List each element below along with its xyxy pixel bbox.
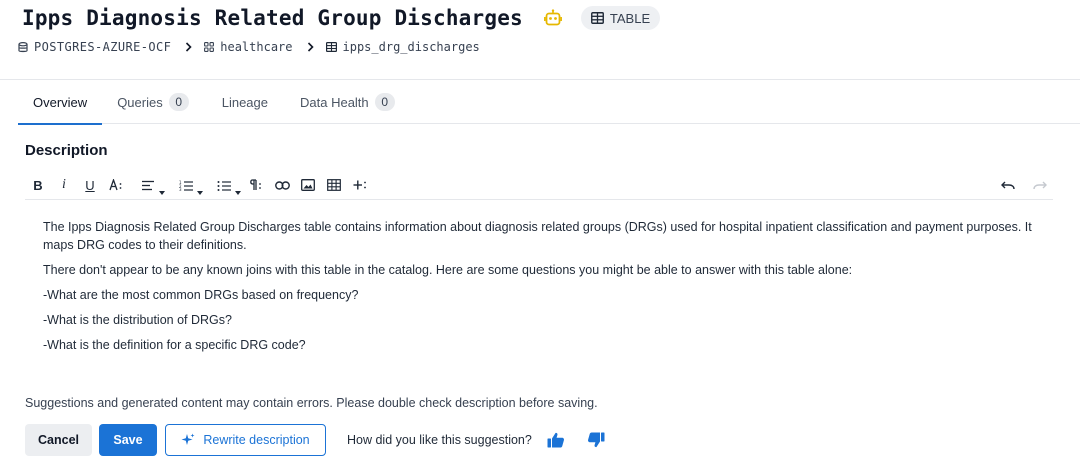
- font-size-icon[interactable]: [103, 174, 129, 196]
- description-heading: Description: [25, 142, 108, 159]
- thumbs-up-icon[interactable]: [546, 430, 566, 450]
- editor-toolbar: B i U 123: [25, 174, 1053, 200]
- rewrite-description-button[interactable]: Rewrite description: [165, 424, 326, 456]
- table-icon: [325, 42, 337, 52]
- bullet-list-icon[interactable]: [205, 174, 243, 196]
- align-icon[interactable]: [129, 174, 167, 196]
- tab-label: Data Health: [300, 94, 369, 110]
- table-icon[interactable]: [321, 174, 347, 196]
- insert-more-icon[interactable]: [347, 174, 373, 196]
- tab-overview[interactable]: Overview: [18, 80, 103, 125]
- tab-label: Overview: [33, 94, 88, 110]
- image-icon[interactable]: [295, 174, 321, 196]
- tab-bar: Overview Queries 0 Lineage Data Health 0: [18, 80, 1080, 125]
- rewrite-description-label: Rewrite description: [203, 433, 310, 447]
- schema-icon: [204, 42, 215, 52]
- tab-data-health[interactable]: Data Health 0: [285, 80, 410, 124]
- breadcrumb-schema-label: healthcare: [220, 40, 293, 54]
- description-paragraph: -What is the distribution of DRGs?: [43, 313, 232, 327]
- type-badge: TABLE: [580, 6, 661, 30]
- description-paragraph: -What are the most common DRGs based on …: [43, 288, 359, 302]
- italic-icon[interactable]: i: [51, 174, 77, 196]
- breadcrumb-database-label: POSTGRES-AZURE-OCF: [34, 40, 172, 54]
- save-button[interactable]: Save: [99, 424, 157, 456]
- breadcrumb-database[interactable]: POSTGRES-AZURE-OCF: [18, 40, 171, 54]
- page-header: Ipps Diagnosis Related Group Discharges …: [0, 0, 1080, 80]
- thumbs-down-icon[interactable]: [586, 430, 606, 450]
- underline-icon[interactable]: U: [77, 174, 103, 196]
- type-badge-label: TABLE: [609, 10, 651, 26]
- bold-icon[interactable]: B: [25, 174, 51, 196]
- breadcrumb-table-label: ipps_drg_discharges: [342, 40, 480, 54]
- description-paragraph: There don't appear to be any known joins…: [43, 263, 853, 277]
- chevron-right-icon: [307, 42, 314, 52]
- breadcrumb-table[interactable]: ipps_drg_discharges: [325, 40, 480, 54]
- cancel-button[interactable]: Cancel: [25, 424, 92, 456]
- tab-count-badge: 0: [374, 93, 395, 111]
- paragraph-icon[interactable]: [243, 174, 269, 196]
- tab-count-badge: 0: [168, 93, 189, 111]
- action-bar: Cancel Save Rewrite description How did …: [25, 424, 606, 456]
- ordered-list-icon[interactable]: 123: [167, 174, 205, 196]
- robot-icon[interactable]: [543, 8, 563, 28]
- breadcrumb: POSTGRES-AZURE-OCF healthcare ipps_drg_d…: [18, 40, 480, 54]
- sparkle-icon: [181, 433, 195, 445]
- page-title: Ipps Diagnosis Related Group Discharges: [22, 6, 523, 30]
- feedback-question: How did you like this suggestion?: [347, 433, 532, 447]
- description-paragraph: The Ipps Diagnosis Related Group Dischar…: [43, 220, 1032, 252]
- description-editor[interactable]: The Ipps Diagnosis Related Group Dischar…: [43, 218, 1043, 361]
- tab-label: Lineage: [221, 94, 268, 110]
- table-icon: [590, 12, 604, 24]
- description-paragraph: -What is the definition for a specific D…: [43, 338, 306, 352]
- title-row: Ipps Diagnosis Related Group Discharges …: [22, 6, 661, 30]
- tab-queries[interactable]: Queries 0: [102, 80, 204, 124]
- link-icon[interactable]: [269, 174, 295, 196]
- tab-lineage[interactable]: Lineage: [204, 80, 285, 124]
- tab-label: Queries: [117, 94, 163, 110]
- chevron-right-icon: [185, 42, 192, 52]
- breadcrumb-schema[interactable]: healthcare: [204, 40, 293, 54]
- svg-text:3: 3: [179, 187, 182, 191]
- redo-icon[interactable]: [1027, 174, 1053, 196]
- database-icon: [18, 41, 28, 52]
- ai-disclaimer: Suggestions and generated content may co…: [25, 396, 598, 410]
- undo-icon[interactable]: [995, 174, 1021, 196]
